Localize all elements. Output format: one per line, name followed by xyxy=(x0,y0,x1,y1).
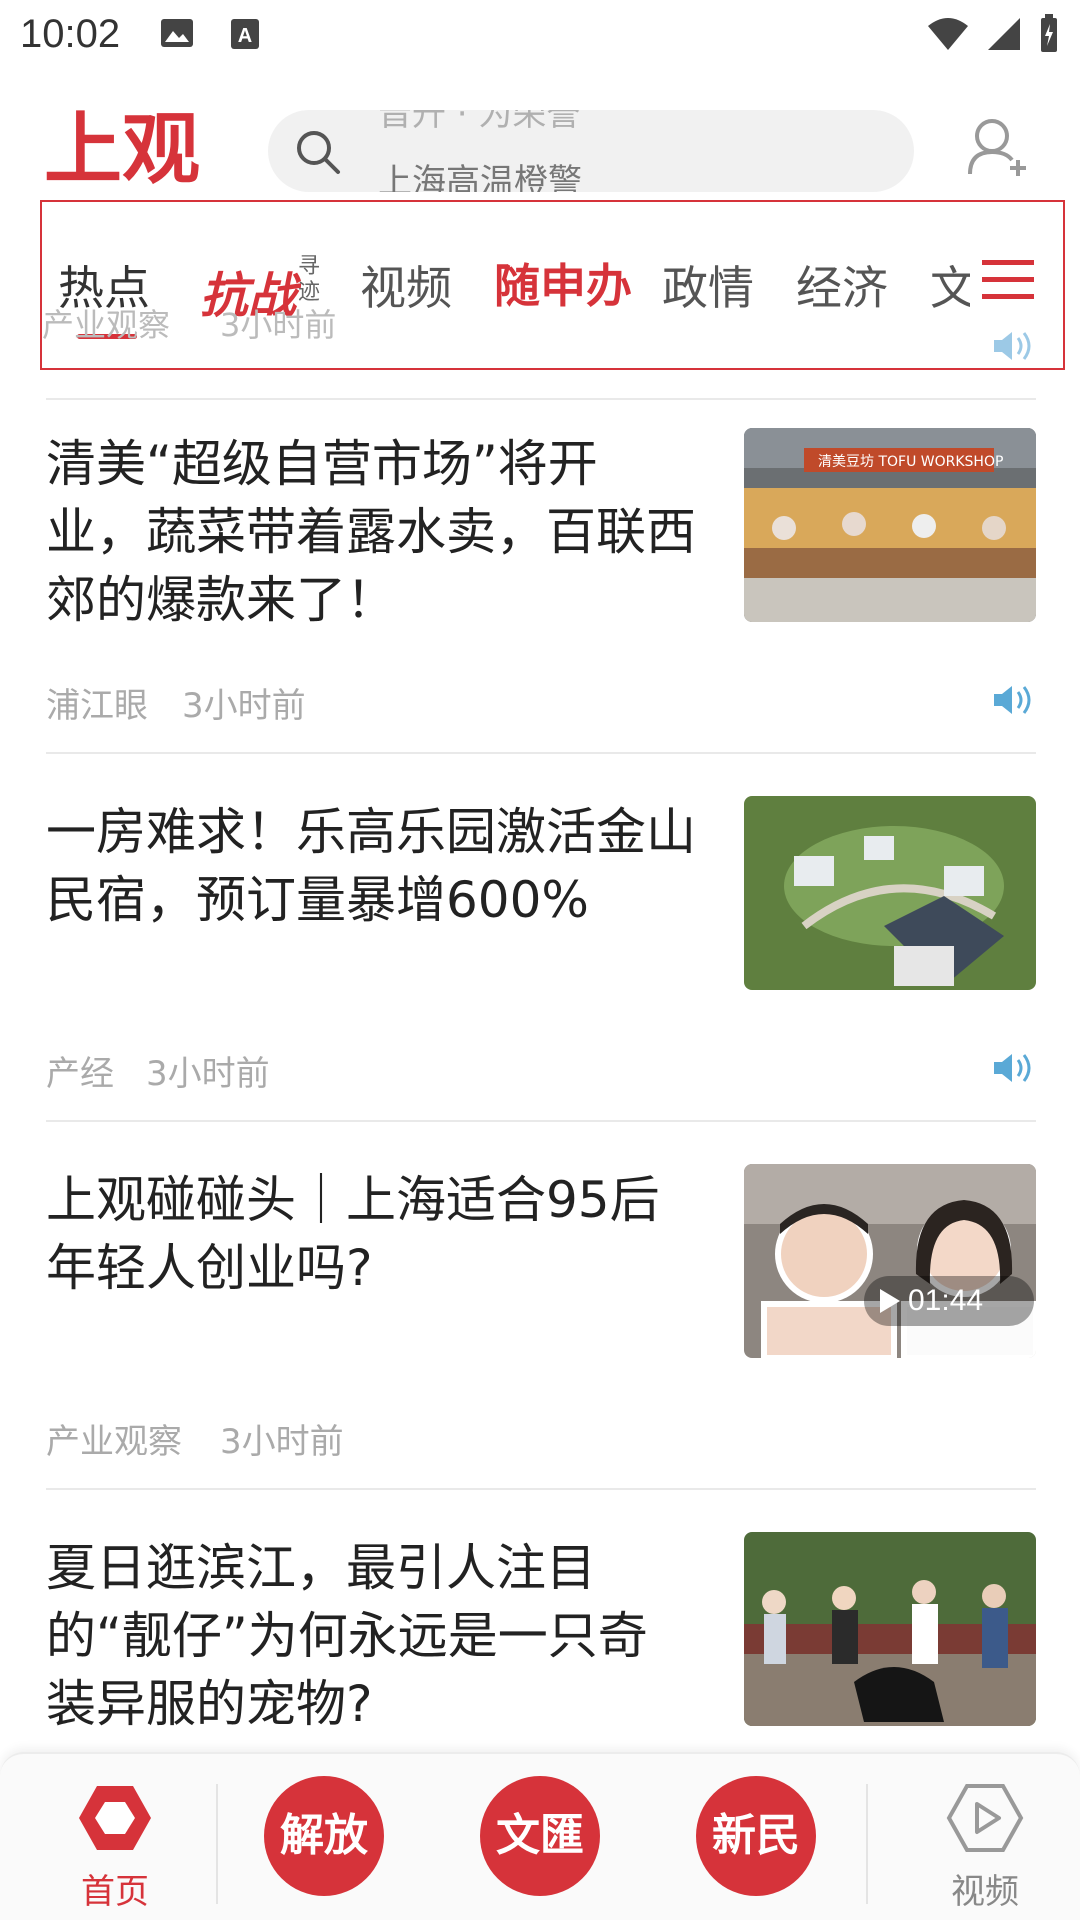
article-thumbnail[interactable] xyxy=(744,796,1036,990)
divider xyxy=(46,1488,1036,1490)
article-meta: 浦江眼 3小时前 xyxy=(46,678,1036,728)
nav-video[interactable]: 视频 xyxy=(930,1784,1040,1913)
search-bar[interactable]: 晋升 · 为荣誉 上海高温橙警 xyxy=(268,110,914,192)
add-user-icon[interactable] xyxy=(966,116,1028,182)
battery-icon xyxy=(1041,14,1057,52)
article-title[interactable]: 清美“超级自营市场”将开业，蔬菜带着露水卖，百联西郊的爆款来了！ xyxy=(46,430,696,634)
bottom-nav: 首页 解放 文匯 新民 视频 xyxy=(0,1752,1080,1920)
nav-video-label: 视频 xyxy=(951,1872,1019,1912)
video-thumbnail[interactable]: 01:44 xyxy=(744,1164,1036,1358)
app-logo[interactable]: 上观 xyxy=(44,104,224,196)
tab-suishenban[interactable]: 随申办 xyxy=(494,250,632,316)
top-header: 上观 晋升 · 为荣誉 上海高温橙警 xyxy=(0,96,1080,206)
jiefang-button[interactable]: 解放 xyxy=(264,1776,384,1896)
status-time: 10:02 xyxy=(20,12,121,56)
video-thumbnail-image xyxy=(744,1164,1036,1358)
channel-tabs: 热点 抗战 寻迹 视频 随申办 政情 经济 文 产业观察 3小时前 xyxy=(40,200,1065,370)
speaker-icon xyxy=(994,332,1031,360)
duration-text: 01:44 xyxy=(908,1284,984,1317)
divider xyxy=(46,1120,1036,1122)
article-thumbnail[interactable]: 清美豆坊 TOFU WORKSHOP xyxy=(744,428,1036,622)
svg-text:A: A xyxy=(238,25,252,47)
status-icons xyxy=(926,14,1060,54)
nav-home[interactable]: 首页 xyxy=(60,1784,170,1913)
article-time: 3小时前 xyxy=(220,1422,344,1462)
nav-separator xyxy=(216,1784,218,1904)
video-duration: 01:44 xyxy=(864,1276,1034,1326)
search-hint-previous: 晋升 · 为荣誉 xyxy=(378,110,581,134)
tab-kangzhan-sub: 寻迹 xyxy=(298,254,321,305)
article-time: 3小时前 xyxy=(182,686,306,726)
article-time: 3小时前 xyxy=(146,1054,270,1094)
video-play-icon xyxy=(946,1784,1024,1852)
wifi-icon xyxy=(928,18,968,50)
article-title[interactable]: 一房难求！乐高乐园激活金山民宿，预订量暴增600% xyxy=(46,798,696,934)
article-source: 浦江眼 xyxy=(46,686,148,726)
svg-text:清美豆坊 TOFU WORKSHOP: 清美豆坊 TOFU WORKSHOP xyxy=(818,454,1003,470)
article-meta: 产经 3小时前 xyxy=(46,1046,1036,1096)
tab-politics[interactable]: 政情 xyxy=(662,252,754,318)
play-icon xyxy=(880,1289,900,1313)
home-icon xyxy=(79,1786,151,1850)
tab-video[interactable]: 视频 xyxy=(360,252,452,318)
search-icon xyxy=(297,131,340,174)
xinmin-button[interactable]: 新民 xyxy=(696,1776,816,1896)
peek-time: 3小时前 xyxy=(220,306,337,344)
article-source: 产经 xyxy=(46,1054,114,1094)
nav-home-label: 首页 xyxy=(81,1872,149,1912)
article-source: 产业观察 xyxy=(46,1422,182,1462)
article-title[interactable]: 夏日逛滨江，最引人注目的“靓仔”为何永远是一只奇装异服的宠物? xyxy=(46,1534,696,1738)
search-hint: 上海高温橙警 xyxy=(378,162,582,192)
speaker-icon[interactable] xyxy=(992,1050,1036,1086)
peek-source: 产业观察 xyxy=(42,306,171,344)
article-thumbnail[interactable] xyxy=(744,1532,1036,1726)
article-title[interactable]: 上观碰碰头｜上海适合95后年轻人创业吗? xyxy=(46,1166,696,1302)
status-bar: 10:02 A xyxy=(0,0,1080,70)
divider xyxy=(46,398,1036,400)
image-icon xyxy=(161,19,193,47)
menu-icon[interactable] xyxy=(982,258,1034,302)
tab-economy[interactable]: 经济 xyxy=(796,252,888,318)
article-meta: 产业观察 3小时前 xyxy=(46,1414,1036,1464)
speaker-icon[interactable] xyxy=(992,682,1036,718)
tab-culture[interactable]: 文 xyxy=(930,252,970,318)
nav-separator xyxy=(866,1784,868,1904)
wenhui-button[interactable]: 文匯 xyxy=(480,1776,600,1896)
divider xyxy=(46,752,1036,754)
signal-icon xyxy=(988,18,1020,50)
a-icon: A xyxy=(231,19,259,49)
svg-text:上观: 上观 xyxy=(44,104,200,195)
